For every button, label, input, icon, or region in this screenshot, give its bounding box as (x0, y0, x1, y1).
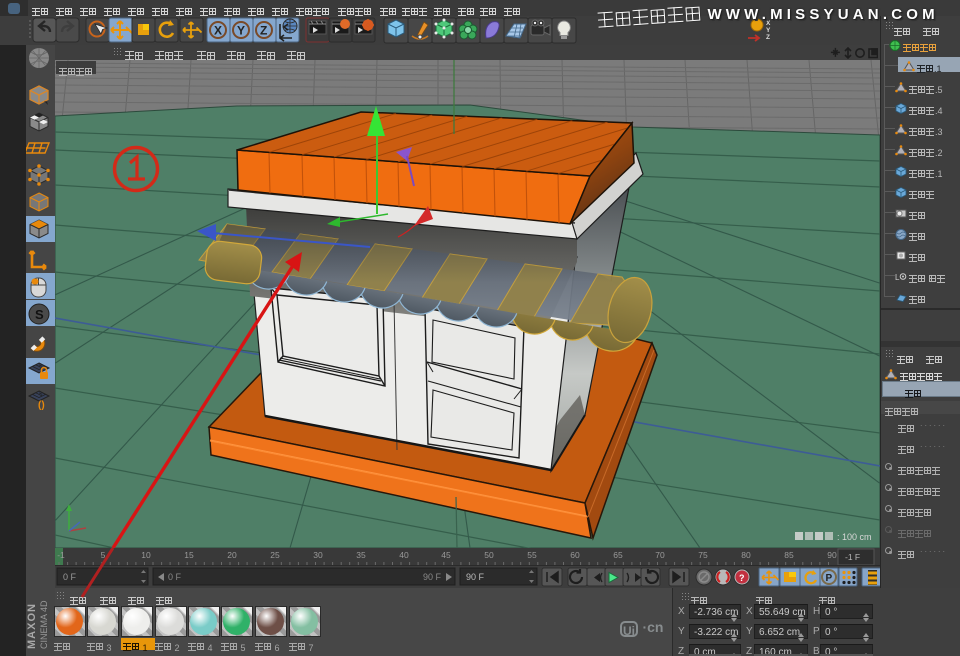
svg-text:60: 60 (570, 550, 580, 560)
svg-text:65: 65 (613, 550, 623, 560)
svg-text:25: 25 (270, 550, 280, 560)
svg-text:80: 80 (741, 550, 751, 560)
svg-text:70: 70 (655, 550, 665, 560)
svg-text:10: 10 (141, 550, 151, 560)
svg-text:X: X (214, 24, 222, 38)
svg-text:0 F: 0 F (168, 572, 182, 582)
svg-text:75: 75 (698, 550, 708, 560)
svg-text:45: 45 (441, 550, 451, 560)
svg-text:Y: Y (766, 27, 771, 34)
svg-text:CINEMA 4D: CINEMA 4D (39, 600, 49, 649)
svg-text:15: 15 (184, 550, 194, 560)
svg-text:(): () (38, 400, 45, 411)
svg-text:20: 20 (227, 550, 237, 560)
svg-text:?: ? (739, 573, 745, 583)
svg-text:90 F: 90 F (423, 572, 442, 582)
svg-text:90: 90 (827, 550, 837, 560)
svg-text:Z: Z (766, 34, 770, 41)
svg-text:40: 40 (399, 550, 409, 560)
svg-text:90 F: 90 F (466, 572, 485, 582)
svg-text:55: 55 (527, 550, 537, 560)
svg-text:Z: Z (260, 24, 267, 38)
svg-text:P: P (826, 573, 833, 584)
svg-text:35: 35 (356, 550, 366, 560)
svg-text:30: 30 (313, 550, 323, 560)
svg-text:MAXON: MAXON (26, 603, 38, 649)
svg-text:L: L (895, 273, 900, 282)
svg-text:-1 F: -1 F (845, 552, 860, 562)
svg-text:Y: Y (237, 24, 245, 38)
svg-text:50: 50 (484, 550, 494, 560)
svg-text:85: 85 (784, 550, 794, 560)
svg-text:: 100 cm: : 100 cm (837, 532, 872, 542)
svg-text:S: S (35, 307, 44, 322)
